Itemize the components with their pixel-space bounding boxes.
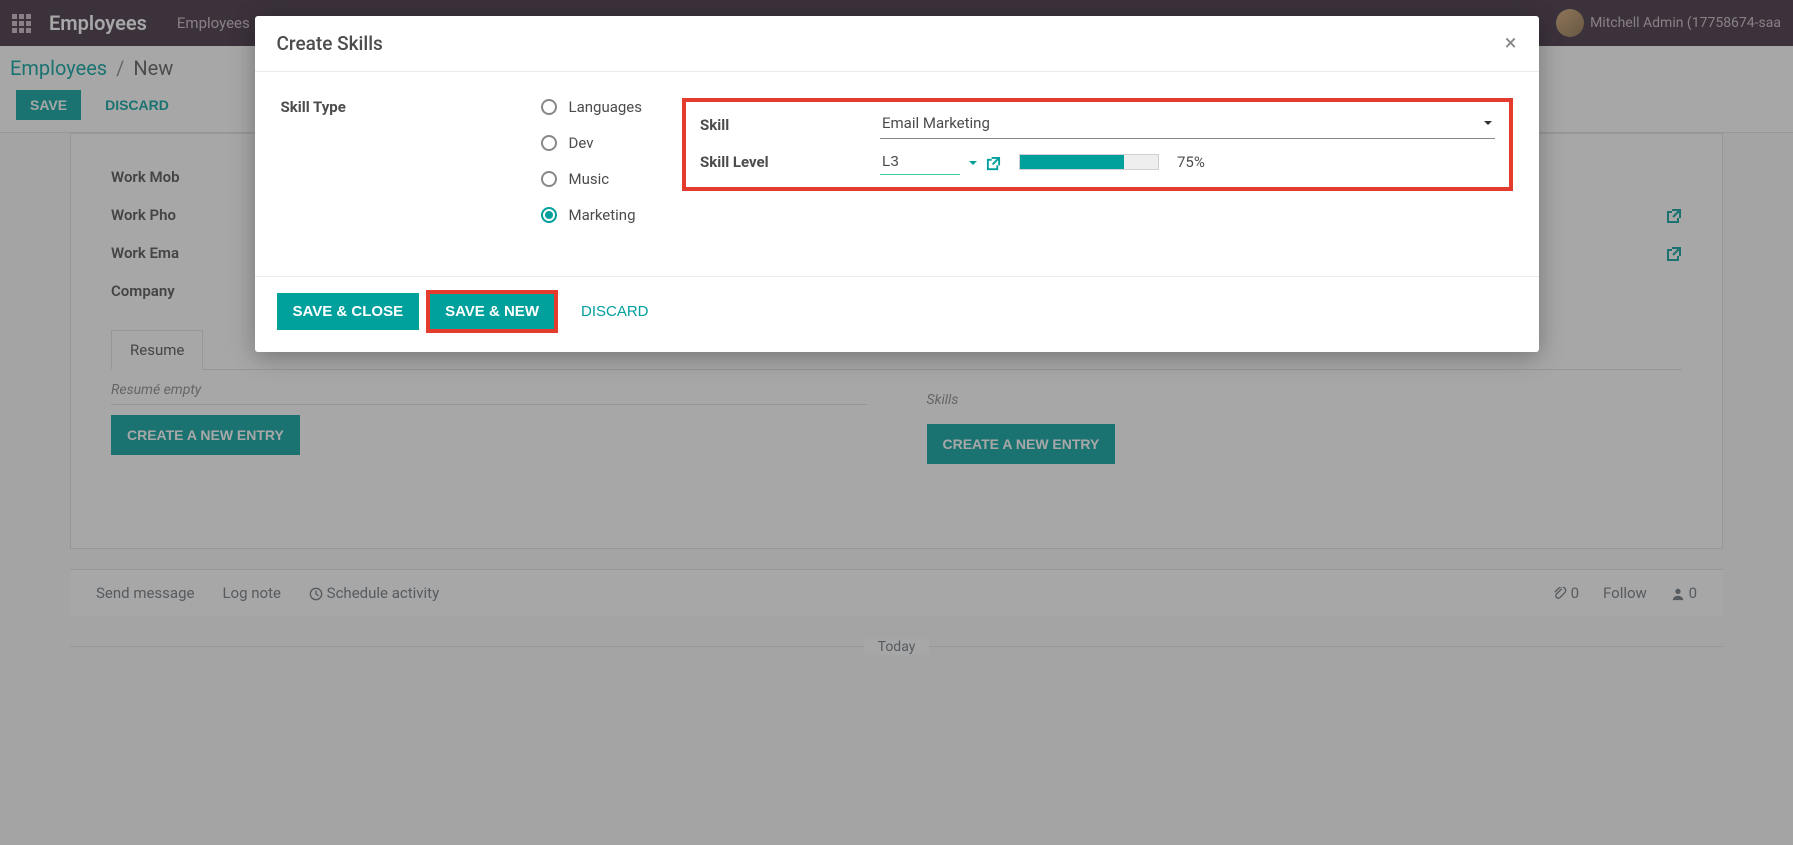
- chevron-down-icon[interactable]: [968, 153, 978, 172]
- skill-value: Email Marketing: [882, 114, 990, 132]
- radio-icon: [541, 171, 557, 187]
- progress-bar: [1019, 154, 1159, 170]
- create-skills-modal: Create Skills × Skill Type Languages Dev: [255, 16, 1539, 352]
- modal-title: Create Skills: [277, 32, 383, 55]
- highlight-box: Skill Email Marketing Skill Level: [682, 98, 1513, 191]
- radio-music[interactable]: Music: [541, 170, 643, 188]
- external-link-icon[interactable]: [986, 153, 1001, 172]
- radio-icon: [541, 99, 557, 115]
- radio-languages[interactable]: Languages: [541, 98, 643, 116]
- save-and-close-button[interactable]: SAVE & CLOSE: [277, 293, 420, 330]
- radio-marketing[interactable]: Marketing: [541, 206, 643, 224]
- progress-fill: [1020, 155, 1124, 169]
- skill-type-label: Skill Type: [281, 98, 451, 116]
- radio-dev[interactable]: Dev: [541, 134, 643, 152]
- chevron-down-icon: [1483, 118, 1493, 128]
- progress-percent: 75%: [1177, 153, 1205, 171]
- radio-icon: [541, 207, 557, 223]
- skill-dropdown[interactable]: Email Marketing: [880, 110, 1495, 139]
- save-and-new-button[interactable]: SAVE & NEW: [429, 293, 555, 330]
- radio-icon: [541, 135, 557, 151]
- skill-level-input[interactable]: [880, 149, 960, 175]
- skill-type-options: Languages Dev Music Marketing: [541, 98, 643, 242]
- modal-discard-button[interactable]: DISCARD: [565, 293, 665, 330]
- skill-level-label: Skill Level: [700, 153, 880, 171]
- close-icon[interactable]: ×: [1505, 33, 1517, 55]
- modal-overlay: Create Skills × Skill Type Languages Dev: [0, 0, 1793, 845]
- skill-field-label: Skill: [700, 116, 880, 134]
